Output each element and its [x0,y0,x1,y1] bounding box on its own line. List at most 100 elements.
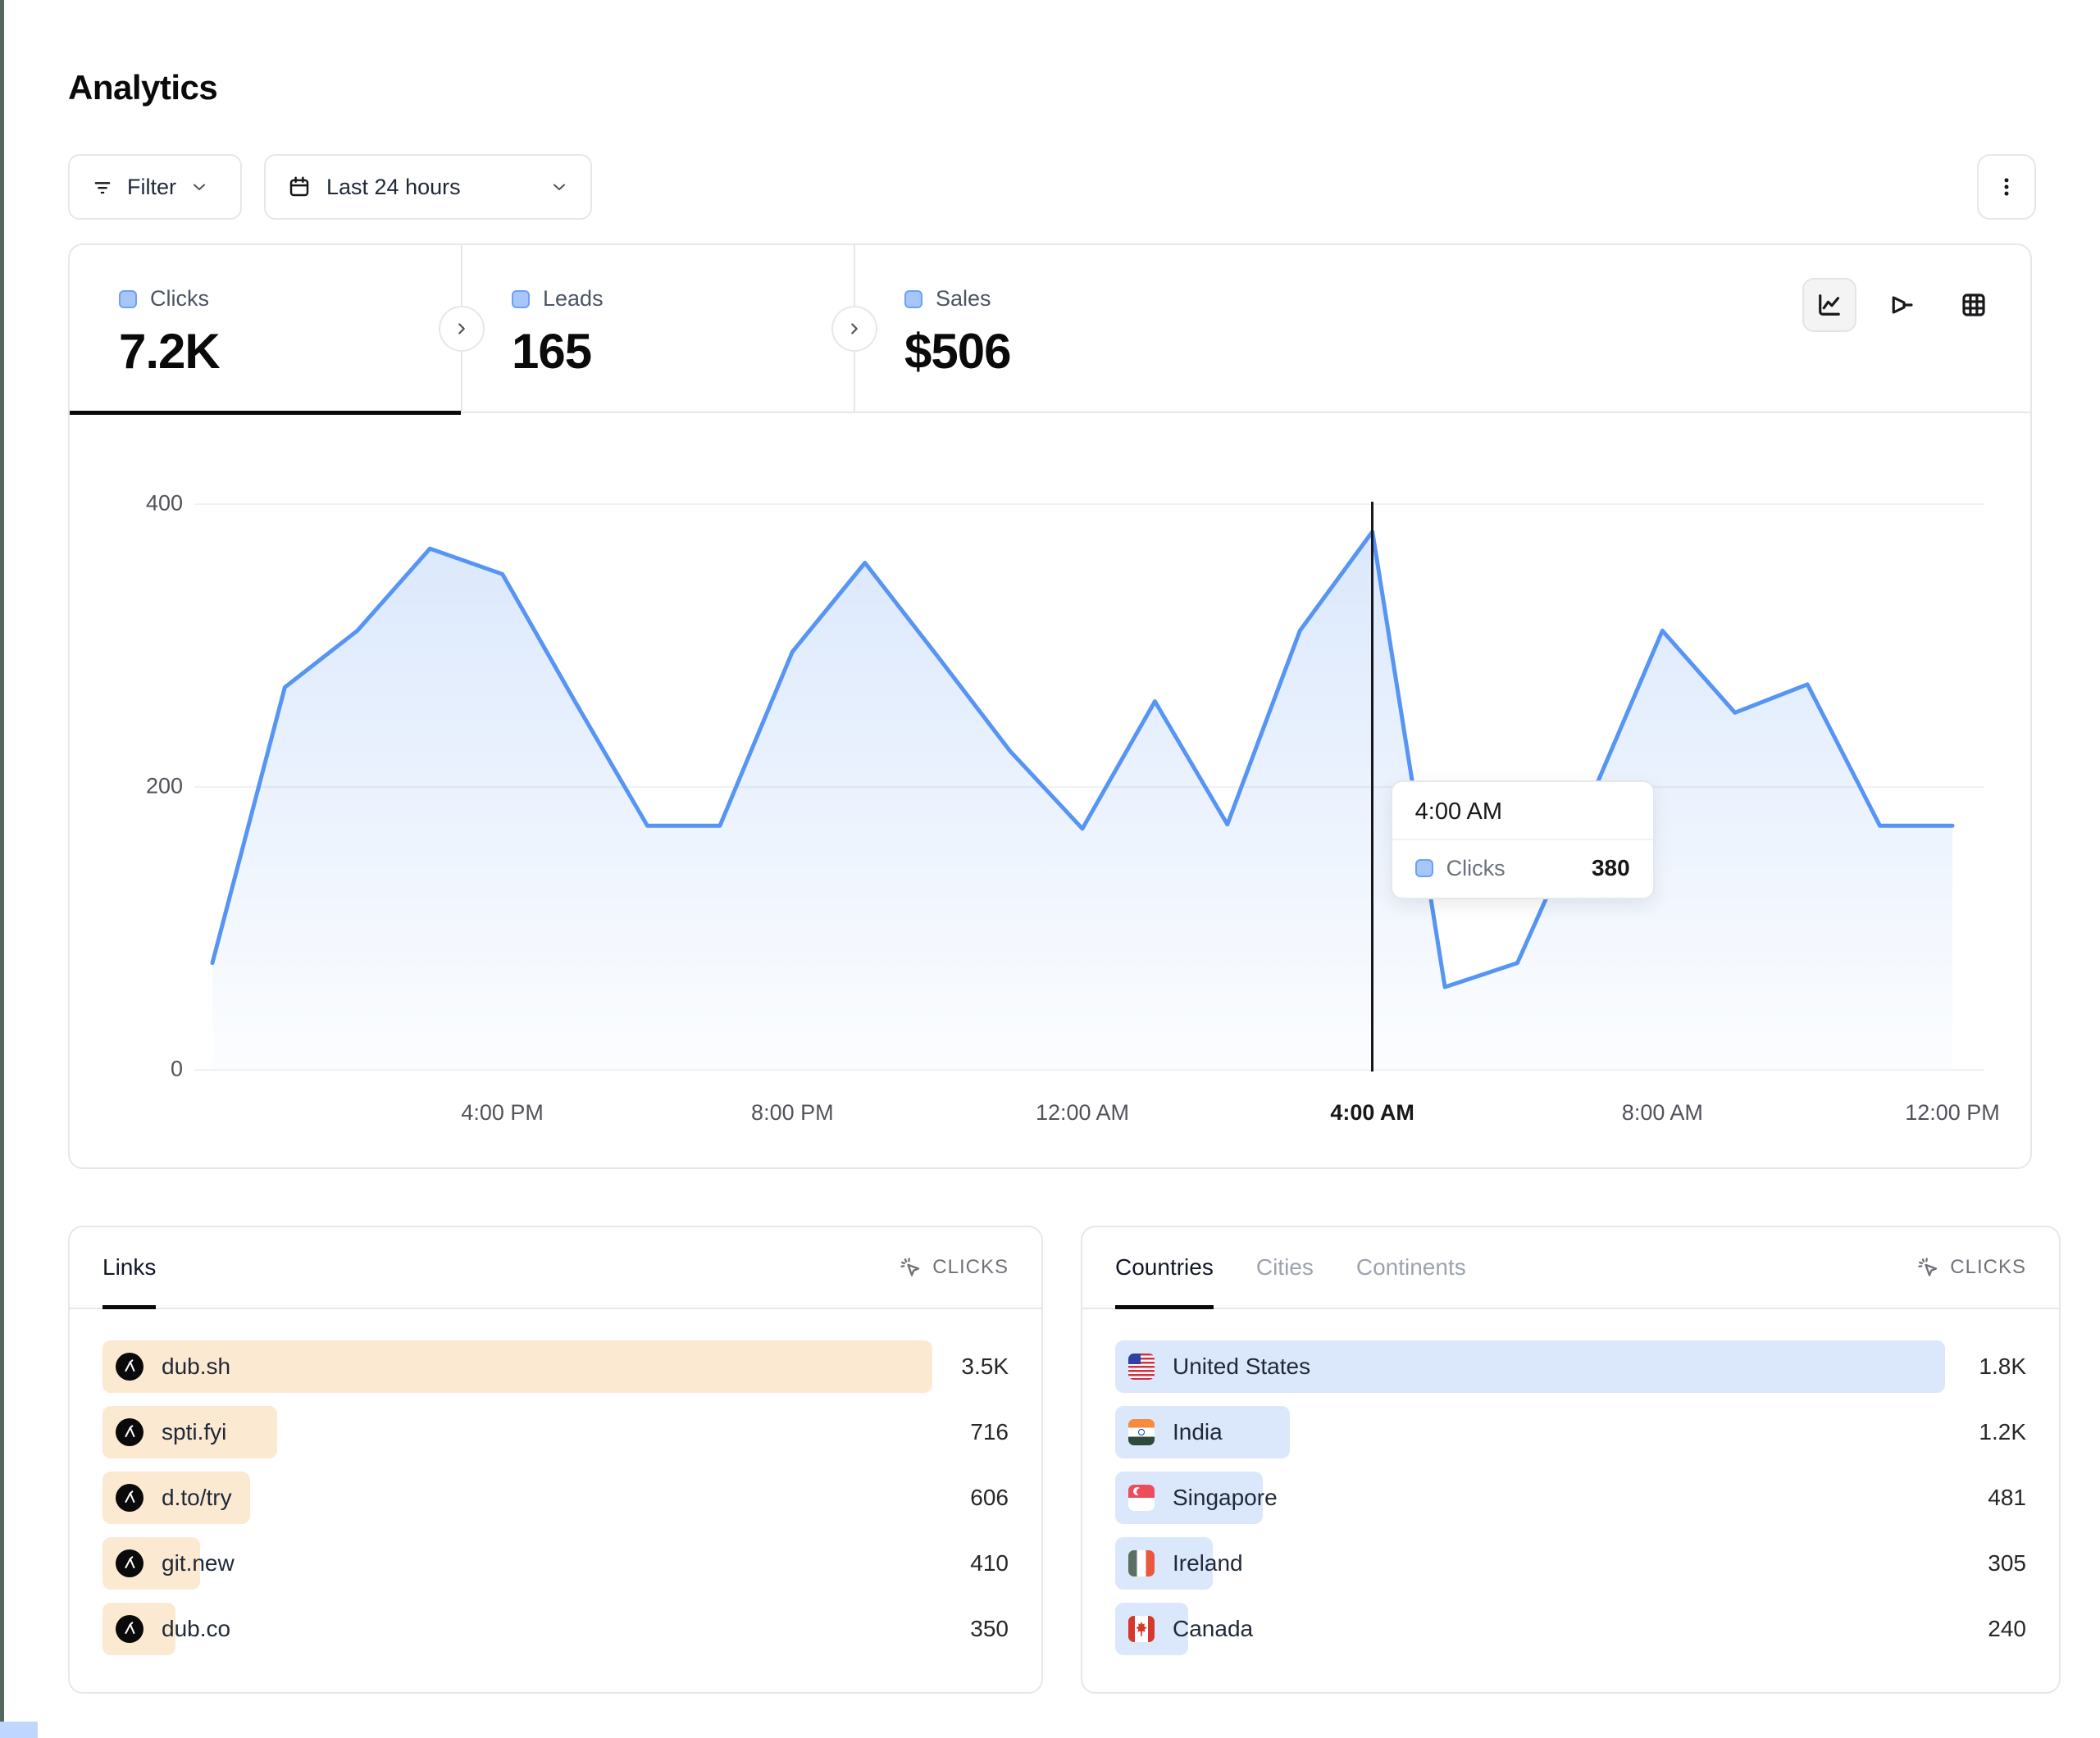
funnel-chart-toggle-button[interactable] [1875,278,1929,332]
list-item[interactable]: git.new 410 [102,1537,1009,1590]
y-axis-tick-label: 400 [93,491,183,516]
filter-button[interactable]: Filter [68,154,242,220]
x-axis-tick-label: 8:00 AM [1622,1100,1703,1126]
tab-sales[interactable]: Sales $506 [855,245,1246,413]
dub-logo-icon [116,1418,143,1446]
tab-links-label: Links [102,1254,156,1281]
item-value: 410 [970,1537,1009,1590]
tab-continents-label: Continents [1356,1254,1466,1281]
list-item[interactable]: d.to/try606 [102,1472,1009,1524]
item-label: dub.co [162,1616,230,1642]
links-metric-selector[interactable]: CLICKS [898,1255,1009,1280]
us-flag-icon [1128,1354,1155,1380]
line-chart-toggle-button[interactable] [1802,278,1856,332]
dub-logo-icon [116,1615,143,1643]
tooltip-legend-square [1415,859,1433,877]
x-axis-tick-label: 12:00 PM [1905,1100,2000,1126]
tab-leads[interactable]: Leads 165 [462,245,854,413]
more-options-button[interactable] [1977,154,2036,220]
item-value: 1.8K [1979,1340,2026,1393]
y-axis-tick-label: 0 [93,1057,183,1082]
links-panel-header: Links CLICKS [70,1227,1041,1309]
next-stat-button[interactable] [831,306,877,352]
list-item[interactable]: Ireland305 [1115,1537,2026,1590]
ca-flag-icon [1128,1616,1155,1642]
item-value: 606 [970,1472,1009,1524]
tab-countries[interactable]: Countries [1115,1227,1214,1308]
item-value: 240 [1988,1603,2026,1655]
stat-label: Leads [543,286,604,312]
leads-legend-square [512,290,530,308]
analytics-page: Analytics Filter Last 24 hours [0,0,2100,1738]
item-label: spti.fyi [162,1419,226,1445]
item-value: 305 [1988,1537,2026,1590]
chart-tooltip: 4:00 AM Clicks 380 [1391,780,1655,899]
list-item[interactable]: dub.sh 3.5K [102,1340,1009,1393]
tab-clicks[interactable]: Clicks 7.2K [70,245,461,413]
tab-links[interactable]: Links [102,1227,156,1308]
table-toggle-button[interactable] [1947,278,2001,332]
stat-value: 7.2K [119,323,461,380]
tab-continents[interactable]: Continents [1356,1227,1466,1308]
countries-list: United States 1.8K India1.2K Singapore 481 Ir… [1115,1340,2026,1668]
chart-area-fill [212,532,1952,1070]
list-item[interactable]: dub.co 350 [102,1603,1009,1655]
item-value: 481 [1988,1472,2026,1524]
x-axis-tick-label: 4:00 AM [1330,1100,1414,1126]
cursor-click-icon [898,1255,922,1280]
item-label: git.new [162,1550,235,1576]
item-value: 350 [970,1603,1009,1655]
dub-logo-icon [116,1353,143,1381]
date-range-label: Last 24 hours [326,175,535,200]
tooltip-series-label: Clicks [1446,856,1578,881]
left-edge-strip [0,0,4,1738]
clicks-legend-square [119,290,137,308]
line-chart-icon [1815,290,1844,320]
item-value: 3.5K [961,1340,1009,1393]
list-item[interactable]: United States 1.8K [1115,1340,2026,1393]
calendar-icon [287,175,312,199]
date-range-button[interactable]: Last 24 hours [264,154,592,220]
area-chart-canvas [194,498,1986,1096]
hover-cursor-line [1371,502,1373,1071]
dub-logo-icon [116,1484,143,1512]
tooltip-time: 4:00 AM [1392,782,1653,840]
links-metric-label: CLICKS [932,1256,1009,1279]
tab-countries-label: Countries [1115,1254,1214,1281]
x-axis-tick-label: 4:00 PM [461,1100,544,1126]
list-item[interactable]: Canada 240 [1115,1603,2026,1655]
kebab-menu-icon [1994,175,2019,199]
chart-type-toggle-group [1802,278,2001,332]
ie-flag-icon [1128,1550,1155,1576]
countries-metric-label: CLICKS [1950,1256,2026,1279]
cursor-click-icon [1916,1255,1940,1280]
list-item[interactable]: spti.fyi 716 [102,1406,1009,1458]
countries-metric-selector[interactable]: CLICKS [1916,1255,2026,1280]
next-stat-button[interactable] [439,306,485,352]
list-item[interactable]: India1.2K [1115,1406,2026,1458]
in-flag-icon [1128,1419,1155,1445]
item-label: Singapore [1173,1485,1278,1511]
x-axis-tick-label: 8:00 PM [751,1100,834,1126]
item-label: United States [1173,1354,1310,1380]
x-axis-tick-label: 12:00 AM [1036,1100,1129,1126]
countries-panel-header: Countries Cities Continents CLICKS [1082,1227,2059,1309]
clicks-timeseries-chart[interactable]: 0 200 400 4:00 AM Clicks 380 [70,413,2032,1169]
tooltip-value: 380 [1592,855,1630,881]
tab-cities[interactable]: Cities [1256,1227,1314,1308]
bottom-left-accent [0,1722,38,1738]
item-label: Canada [1173,1616,1253,1642]
item-label: dub.sh [162,1354,230,1380]
filter-icon [91,175,114,198]
sales-legend-square [904,290,922,308]
tab-cities-label: Cities [1256,1254,1314,1281]
item-value: 716 [970,1406,1009,1458]
item-label: India [1173,1419,1223,1445]
countries-panel: Countries Cities Continents CLICKS Unite… [1081,1226,2061,1694]
chevron-down-icon [549,177,569,197]
stats-tabs-row: Clicks 7.2K Leads 165 [70,245,2030,413]
stat-label: Sales [936,286,991,312]
list-item[interactable]: Singapore 481 [1115,1472,2026,1524]
funnel-chart-icon [1887,290,1916,320]
y-axis-tick-label: 200 [93,774,183,799]
